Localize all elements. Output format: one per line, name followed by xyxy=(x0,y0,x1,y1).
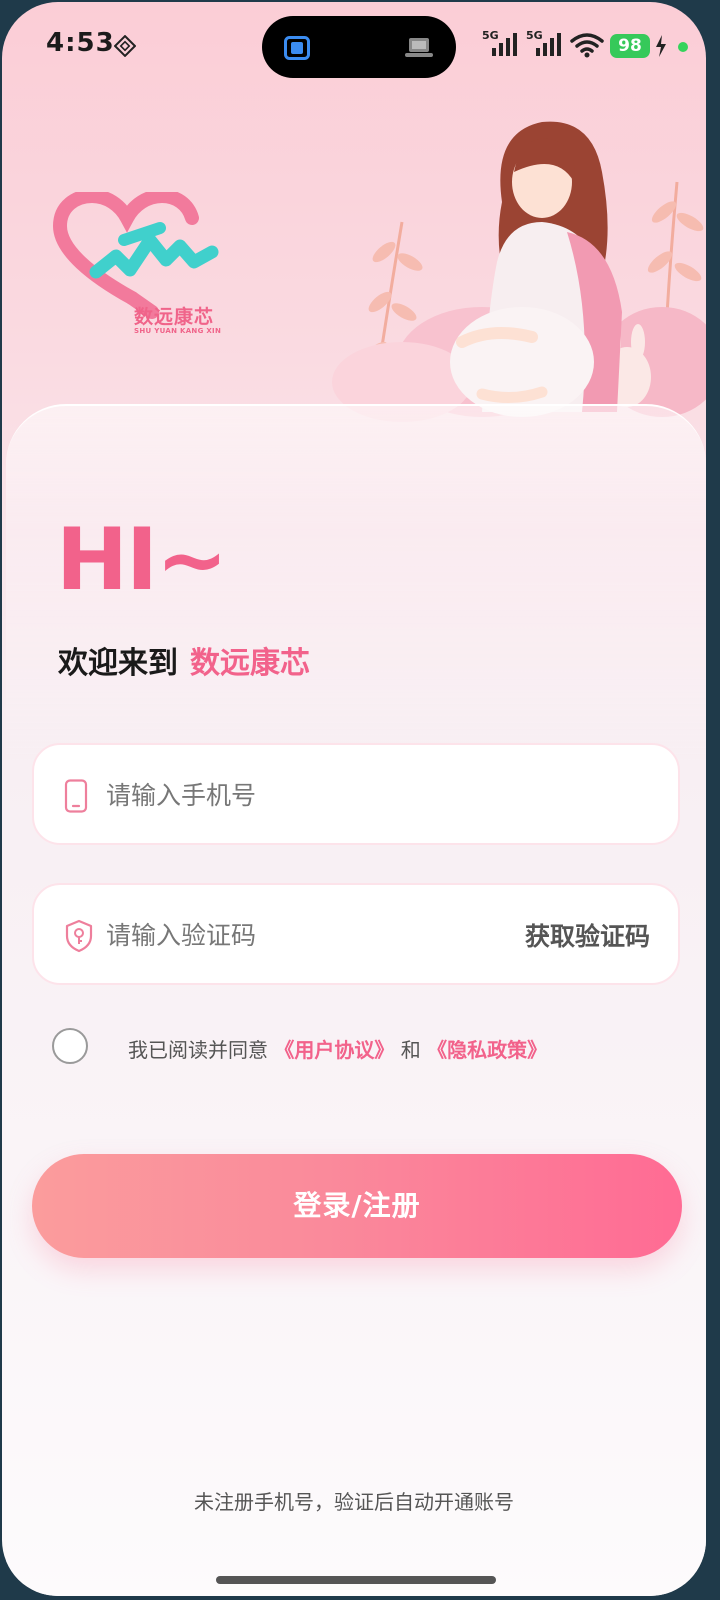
agreement-text: 我已阅读并同意 《用户协议》 和 《隐私政策》 xyxy=(128,1034,547,1063)
signal-1-label: 5G xyxy=(482,29,499,42)
auto-register-note: 未注册手机号，验证后自动开通账号 xyxy=(194,1490,514,1514)
logo-brand-subtitle: SHU YUAN KANG XIN xyxy=(134,327,222,335)
greeting-title: HI~ xyxy=(56,510,228,610)
app-screen: 4:53 5G 5G 98 数远康芯 SHU YUAN KANG XIN HI~… xyxy=(2,2,706,1596)
home-indicator[interactable] xyxy=(216,1576,496,1584)
dynamic-island xyxy=(262,16,456,78)
window-icon xyxy=(284,36,310,60)
privacy-indicator-dot xyxy=(678,42,688,52)
nfc-icon xyxy=(114,35,136,57)
agreement-and: 和 xyxy=(400,1038,421,1062)
get-code-button[interactable]: 获取验证码 xyxy=(525,917,650,953)
phone-field[interactable] xyxy=(32,743,680,845)
status-bar: 4:53 5G 5G 98 xyxy=(2,2,706,82)
welcome-brand: 数远康芯 xyxy=(190,646,310,681)
laptop-icon xyxy=(405,38,433,57)
signal-2-label: 5G xyxy=(526,29,543,42)
wifi-icon xyxy=(570,33,604,58)
status-time: 4:53 xyxy=(46,28,115,58)
shield-key-icon xyxy=(65,919,93,953)
agreement-checkbox[interactable] xyxy=(52,1028,88,1064)
verification-code-field[interactable]: 获取验证码 xyxy=(32,883,680,985)
phone-input[interactable] xyxy=(104,745,508,845)
login-register-button[interactable]: 登录/注册 xyxy=(32,1154,682,1258)
privacy-policy-link[interactable]: 《隐私政策》 xyxy=(427,1038,547,1062)
pregnant-woman-illustration xyxy=(332,121,706,422)
welcome-text: 欢迎来到 数远康芯 xyxy=(58,638,310,682)
logo-brand-name: 数远康芯 xyxy=(134,306,215,328)
welcome-prefix: 欢迎来到 xyxy=(58,646,178,681)
battery-level: 98 xyxy=(610,34,650,58)
agreement-prefix: 我已阅读并同意 xyxy=(128,1038,268,1062)
cellular-signal-2: 5G xyxy=(526,28,570,62)
charging-icon xyxy=(656,35,666,57)
verification-code-input[interactable] xyxy=(104,885,508,985)
user-agreement-link[interactable]: 《用户协议》 xyxy=(274,1038,394,1062)
cellular-signal-1: 5G xyxy=(482,28,526,62)
mobile-phone-icon xyxy=(64,779,88,813)
